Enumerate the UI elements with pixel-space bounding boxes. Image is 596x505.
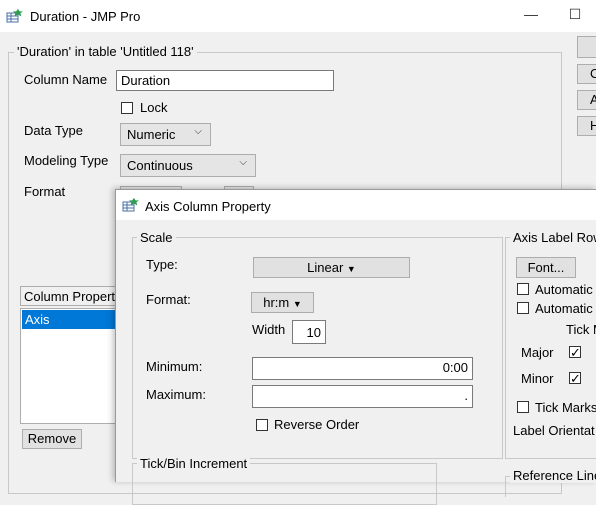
type-dropdown[interactable]: Linear ▼ (253, 257, 410, 278)
automatic-2-label: Automatic T (535, 301, 596, 316)
font-button[interactable]: Font... (516, 257, 576, 278)
tick-bin-group-title: Tick/Bin Increment (137, 456, 251, 471)
column-name-label: Column Name (24, 72, 108, 87)
maximum-input[interactable]: . (252, 385, 473, 408)
dialog-title: Axis Column Property (145, 199, 271, 214)
format-label: Format (24, 184, 66, 199)
right-button-1[interactable] (577, 36, 596, 58)
dialog-title-bar: Axis Column Property (116, 190, 596, 220)
automatic-2-checkbox[interactable] (517, 302, 529, 314)
reverse-order-checkbox[interactable] (256, 419, 268, 431)
minor-label: Minor (521, 371, 554, 386)
jmp-app-icon (6, 8, 23, 23)
data-type-value: Numeric (127, 127, 176, 142)
major-label: Major (521, 345, 554, 360)
reverse-order-label: Reverse Order (274, 417, 360, 432)
right-button-h[interactable]: H (577, 116, 596, 136)
major-checkbox[interactable]: ✓ (569, 346, 581, 359)
modeling-type-dropdown[interactable]: Continuous ⌵ (120, 154, 256, 177)
title-bar: Duration - JMP Pro — ☐ (0, 0, 596, 32)
axis-property-dialog: Axis Column Property Scale Type: Linear … (115, 189, 596, 505)
column-name-input[interactable]: Duration (116, 70, 334, 91)
width-label: Width (252, 322, 286, 337)
column-properties-list[interactable]: Axis (20, 308, 120, 424)
type-value: Linear (307, 260, 344, 275)
tick-marks-label: Tick Marks I (535, 400, 596, 415)
minimize-button[interactable]: — (516, 6, 546, 26)
format-dropdown[interactable]: hr:m ▼ (251, 292, 314, 313)
scale-group-title: Scale (137, 230, 176, 245)
width-input[interactable]: 10 (292, 320, 326, 344)
tick-marks-checkbox[interactable] (517, 401, 529, 413)
caret-down-icon: ▼ (346, 264, 356, 274)
maximum-label: Maximum: (146, 387, 206, 402)
tick-marks-header: Tick M (566, 322, 596, 337)
list-item-axis[interactable]: Axis (22, 310, 118, 329)
window-title: Duration - JMP Pro (30, 9, 141, 24)
axis-label-row-title: Axis Label Row (510, 230, 596, 245)
minimum-input[interactable]: 0:00 (252, 357, 473, 380)
remove-button[interactable]: Remove (22, 429, 82, 449)
label-orientation-label: Label Orientat (513, 423, 595, 438)
minimum-label: Minimum: (146, 359, 203, 374)
chevron-down-icon: ⌵ (239, 157, 247, 168)
data-type-dropdown[interactable]: Numeric ⌵ (120, 123, 211, 146)
automatic-1-label: Automatic I (535, 282, 596, 297)
modeling-type-value: Continuous (127, 158, 193, 173)
jmp-app-icon (122, 197, 139, 212)
lock-checkbox[interactable] (121, 102, 133, 114)
chevron-down-icon: ⌵ (194, 126, 202, 137)
column-group-title: 'Duration' in table 'Untitled 118' (14, 44, 197, 59)
maximize-button[interactable]: ☐ (560, 6, 590, 26)
right-button-c[interactable]: C (577, 64, 596, 84)
format-label: Format: (146, 292, 191, 307)
modeling-type-label: Modeling Type (24, 153, 109, 168)
type-label: Type: (146, 257, 178, 272)
right-button-a[interactable]: A (577, 90, 596, 110)
column-properties-header: Column Propert (20, 286, 120, 306)
minor-checkbox[interactable]: ✓ (569, 372, 581, 385)
lock-label: Lock (140, 100, 168, 115)
data-type-label: Data Type (24, 123, 84, 138)
automatic-1-checkbox[interactable] (517, 283, 529, 295)
format-value: hr:m (263, 295, 290, 310)
caret-down-icon: ▼ (292, 299, 302, 309)
